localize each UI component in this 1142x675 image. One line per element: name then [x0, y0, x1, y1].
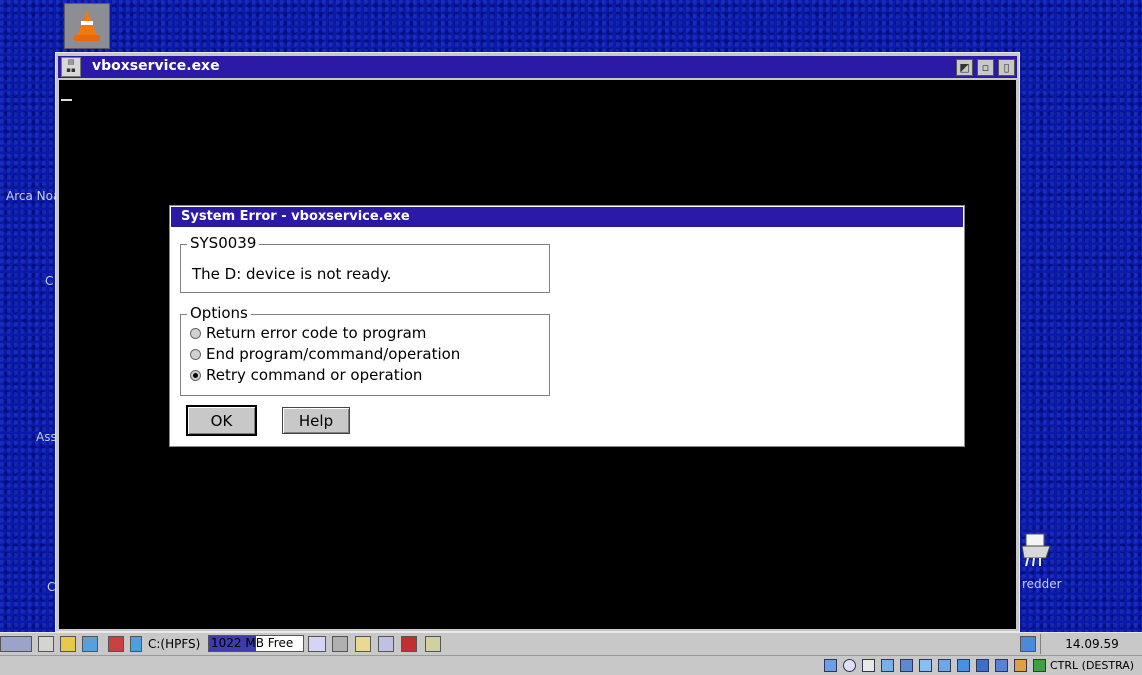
shredder-printer-icon [1021, 533, 1051, 567]
desktop-label-3: Ass [36, 430, 57, 444]
audio-icon[interactable] [881, 659, 894, 672]
window-title: vboxservice.exe [92, 58, 220, 74]
clipboard-icon[interactable] [355, 636, 371, 652]
network-tray-icon[interactable] [1020, 636, 1036, 652]
minimize-button[interactable]: ▫ [977, 59, 994, 76]
monitor-icon[interactable] [108, 636, 124, 652]
system-menu-icon[interactable]: ▤ ▪▪ [61, 57, 81, 77]
clock[interactable]: 14.09.59 [1040, 634, 1142, 654]
usb-icon[interactable] [995, 659, 1008, 672]
vlc-cone-stripe [81, 21, 93, 25]
floppy-icon[interactable] [862, 659, 875, 672]
desktop-label-2: C [45, 274, 54, 288]
system-error-dialog: System Error - vboxservice.exe SYS0039 T… [169, 205, 965, 447]
desktop-label-arca-noae: Arca Noa [6, 189, 61, 203]
error-group: SYS0039 The D: device is not ready. [180, 234, 550, 293]
mouse-icon[interactable] [1014, 659, 1027, 672]
error-code: SYS0039 [187, 234, 260, 252]
hide-button[interactable]: ◩ [956, 59, 973, 76]
tray-icon-1[interactable] [824, 659, 837, 672]
taskbar: C:(HPFS) 1022 MB Free 14.09.59 [0, 632, 1142, 655]
option-retry[interactable]: Retry command or operation [190, 366, 422, 384]
network-icon[interactable] [900, 659, 913, 672]
option-return-error[interactable]: Return error code to program [190, 324, 426, 342]
options-group: Options Return error code to program End… [180, 304, 550, 396]
radio-selected-icon[interactable] [190, 370, 201, 381]
vlc-cone-base [74, 35, 100, 41]
option-end-program[interactable]: End program/command/operation [190, 345, 460, 363]
pen-icon[interactable] [82, 636, 98, 652]
display-icon[interactable] [957, 659, 970, 672]
window-titlebar[interactable]: ▤ ▪▪ vboxservice.exe ◩ ▫ ▯ [58, 56, 1017, 78]
options-label: Options [187, 304, 251, 322]
dialog-title[interactable]: System Error - vboxservice.exe [171, 207, 963, 227]
disk-free-label: 1022 MB Free [211, 636, 294, 650]
tools-icon[interactable] [378, 636, 394, 652]
disk-free-meter: 1022 MB Free [208, 635, 304, 652]
drive-icon[interactable] [130, 636, 142, 652]
start-logo-icon[interactable] [0, 636, 32, 652]
cd-icon[interactable] [843, 659, 856, 672]
shield-icon[interactable] [1033, 659, 1046, 672]
maximize-button[interactable]: ▯ [998, 59, 1015, 76]
tray-bar: CTRL (DESTRA) [0, 655, 1142, 675]
notes-icon[interactable] [425, 636, 441, 652]
windows-list-icon[interactable] [38, 636, 54, 652]
text-cursor [61, 99, 72, 101]
option-label: Retry command or operation [206, 366, 423, 384]
shredder-icon[interactable] [1020, 532, 1054, 568]
option-label: Return error code to program [206, 324, 427, 342]
help-button[interactable]: Help [282, 407, 350, 434]
shredder-label: redder [1022, 577, 1062, 591]
package-icon[interactable] [401, 636, 417, 652]
radio-icon[interactable] [190, 349, 201, 360]
pen-tray-icon[interactable] [919, 659, 932, 672]
folder-icon[interactable] [938, 659, 951, 672]
error-message: The D: device is not ready. [192, 265, 392, 283]
disk-stack-icon[interactable] [332, 636, 348, 652]
vlc-desktop-icon[interactable] [64, 3, 110, 49]
keyboard-status: CTRL (DESTRA) [1050, 659, 1135, 672]
option-label: End program/command/operation [206, 345, 461, 363]
memory-icon[interactable] [308, 636, 326, 652]
drive-label: C:(HPFS) [148, 637, 201, 651]
window-tray-icon[interactable] [976, 659, 989, 672]
ok-button[interactable]: OK [186, 405, 257, 436]
lock-icon[interactable] [60, 636, 76, 652]
radio-icon[interactable] [190, 328, 201, 339]
